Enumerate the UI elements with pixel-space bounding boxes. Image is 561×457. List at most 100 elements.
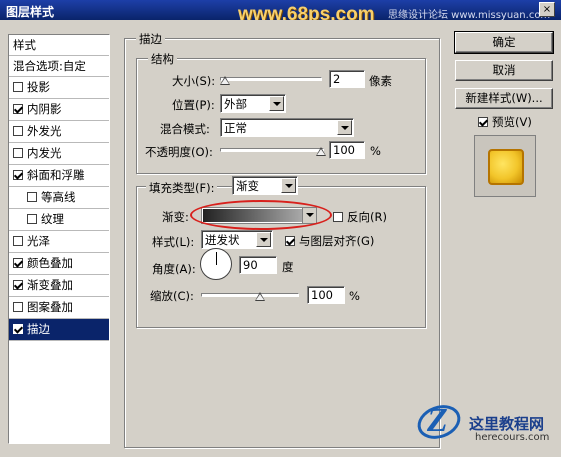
preview-swatch xyxy=(488,149,524,185)
scale-slider-thumb[interactable] xyxy=(255,292,265,301)
style-list-item[interactable]: 内阴影 xyxy=(9,99,109,121)
opacity-slider-thumb[interactable] xyxy=(316,147,326,156)
scale-input[interactable]: 100 xyxy=(307,286,345,304)
style-list-item[interactable]: 内发光 xyxy=(9,143,109,165)
scale-slider[interactable] xyxy=(201,293,299,297)
style-list-item-label: 纹理 xyxy=(41,212,64,226)
style-list-item-label: 内阴影 xyxy=(27,102,62,116)
size-input[interactable]: 2 xyxy=(329,70,365,88)
logo-text-en: herecours.com xyxy=(475,432,550,443)
style-list-item-label: 等高线 xyxy=(41,190,76,204)
angle-unit: 度 xyxy=(282,260,294,274)
style-list-item[interactable]: 描边 xyxy=(9,319,109,341)
fill-type-value: 渐变 xyxy=(236,179,259,193)
stroke-title: 描边 xyxy=(136,31,165,47)
align-check-icon[interactable] xyxy=(285,236,295,246)
structure-title: 结构 xyxy=(148,51,177,67)
checkbox-icon[interactable] xyxy=(27,192,37,202)
checkbox-icon[interactable] xyxy=(13,170,23,180)
style-list-item-label: 内发光 xyxy=(27,146,62,160)
position-value: 外部 xyxy=(224,97,247,111)
align-label: 与图层对齐(G) xyxy=(299,234,375,248)
size-slider-thumb[interactable] xyxy=(220,76,230,85)
cancel-button[interactable]: 取消 xyxy=(455,60,553,81)
checkbox-icon[interactable] xyxy=(13,126,23,136)
fill-type-label: 填充类型(F): xyxy=(146,180,218,196)
style-label: 样式(L): xyxy=(152,235,195,249)
style-list-item-label: 投影 xyxy=(27,80,50,94)
scale-unit: % xyxy=(349,289,360,303)
checkbox-icon[interactable] xyxy=(13,258,23,268)
blend-mode-value: 正常 xyxy=(224,121,247,135)
style-list-item[interactable]: 图案叠加 xyxy=(9,297,109,319)
logo-text-cn: 这里教程网 xyxy=(469,415,545,433)
blend-options-item[interactable]: 混合选项:自定 xyxy=(9,56,109,77)
close-button[interactable]: × xyxy=(539,2,555,17)
angle-label: 角度(A): xyxy=(152,262,196,276)
logo-mark: Z xyxy=(427,402,448,439)
style-preview xyxy=(474,135,536,197)
blend-mode-select[interactable]: 正常 xyxy=(220,118,354,137)
style-list-item-label: 颜色叠加 xyxy=(27,256,73,270)
new-style-button[interactable]: 新建样式(W)... xyxy=(455,88,553,109)
opacity-label: 不透明度(O): xyxy=(145,145,213,159)
style-value: 迸发状 xyxy=(205,233,240,247)
preview-check-icon[interactable] xyxy=(478,117,488,127)
checkbox-icon[interactable] xyxy=(13,236,23,246)
opacity-unit: % xyxy=(370,144,381,158)
chevron-down-icon[interactable] xyxy=(269,96,284,111)
reverse-label: 反向(R) xyxy=(347,210,387,224)
reverse-check-icon[interactable] xyxy=(333,212,343,222)
style-list-item[interactable]: 等高线 xyxy=(9,187,109,209)
fill-type-select[interactable]: 渐变 xyxy=(232,176,298,195)
site-logo: Z 这里教程网 herecours.com xyxy=(405,390,561,457)
style-select[interactable]: 迸发状 xyxy=(201,230,273,249)
style-list-item[interactable]: 投影 xyxy=(9,77,109,99)
chevron-down-icon[interactable] xyxy=(281,178,296,193)
scale-label: 缩放(C): xyxy=(150,289,194,303)
style-list-header[interactable]: 样式 xyxy=(9,35,109,56)
style-list-item-label: 斜面和浮雕 xyxy=(27,168,85,182)
position-label: 位置(P): xyxy=(172,98,215,112)
style-list-item[interactable]: 外发光 xyxy=(9,121,109,143)
size-unit: 像素 xyxy=(369,74,392,88)
style-list-item[interactable]: 渐变叠加 xyxy=(9,275,109,297)
style-list-item-label: 渐变叠加 xyxy=(27,278,73,292)
blend-mode-label: 混合模式: xyxy=(160,122,210,136)
checkbox-icon[interactable] xyxy=(27,214,37,224)
size-label: 大小(S): xyxy=(172,74,216,88)
style-list-item[interactable]: 颜色叠加 xyxy=(9,253,109,275)
dialog-body: 样式 混合选项:自定 投影 内阴影 外发光 内发光 斜面和浮雕 等高线 纹理 光泽 颜色叠加 渐变… xyxy=(0,20,561,457)
checkbox-icon[interactable] xyxy=(13,148,23,158)
align-checkbox[interactable]: 与图层对齐(G) xyxy=(285,233,374,249)
style-list: 样式 混合选项:自定 投影内阴影外发光内发光斜面和浮雕等高线纹理光泽颜色叠加渐变… xyxy=(8,34,110,444)
angle-needle-icon xyxy=(216,252,217,265)
checkbox-icon[interactable] xyxy=(13,280,23,290)
angle-dial[interactable] xyxy=(200,248,232,280)
site-tag: 思缘设计论坛 www.missyuan.com xyxy=(388,10,551,21)
highlight-ellipse xyxy=(190,200,332,230)
position-select[interactable]: 外部 xyxy=(220,94,286,113)
style-list-item[interactable]: 纹理 xyxy=(9,209,109,231)
style-list-item-label: 描边 xyxy=(27,322,50,336)
gradient-label: 渐变: xyxy=(162,210,189,224)
style-list-item-label: 图案叠加 xyxy=(27,300,73,314)
ok-button[interactable]: 确定 xyxy=(454,31,554,54)
checkbox-icon[interactable] xyxy=(13,82,23,92)
opacity-slider[interactable] xyxy=(220,148,324,152)
checkbox-icon[interactable] xyxy=(13,324,23,334)
window-title: 图层样式 xyxy=(6,5,55,19)
style-list-item-label: 外发光 xyxy=(27,124,62,138)
style-list-item[interactable]: 斜面和浮雕 xyxy=(9,165,109,187)
style-list-item[interactable]: 光泽 xyxy=(9,231,109,253)
checkbox-icon[interactable] xyxy=(13,302,23,312)
opacity-input[interactable]: 100 xyxy=(329,141,365,159)
checkbox-icon[interactable] xyxy=(13,104,23,114)
chevron-down-icon[interactable] xyxy=(256,232,271,247)
style-list-item-label: 光泽 xyxy=(27,234,50,248)
size-slider[interactable] xyxy=(220,77,322,81)
chevron-down-icon[interactable] xyxy=(337,120,352,135)
angle-input[interactable]: 90 xyxy=(239,256,277,274)
reverse-checkbox[interactable]: 反向(R) xyxy=(333,209,387,225)
preview-checkbox[interactable]: 预览(V) xyxy=(478,114,532,130)
